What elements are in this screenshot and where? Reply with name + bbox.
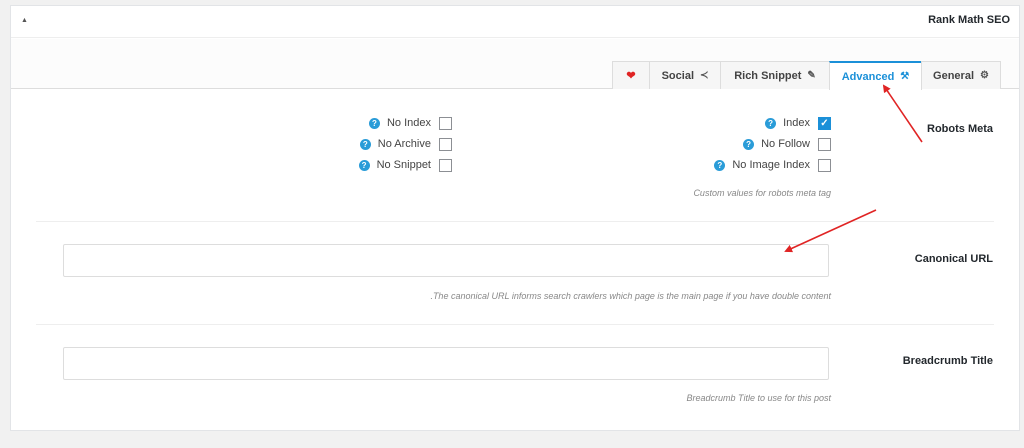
robots-option-no-archive: ? No Archive (359, 137, 452, 151)
option-label: No Index (386, 117, 431, 129)
option-label: Index (783, 117, 810, 129)
canonical-url-description: .The canonical URL informs search crawle… (430, 291, 831, 301)
tab-label: Advanced (841, 70, 895, 83)
divider (36, 324, 994, 325)
heart-icon: ❤ (626, 70, 636, 82)
no-follow-checkbox[interactable] (818, 137, 831, 151)
robots-option-no-follow: ? No Follow (743, 137, 831, 151)
breadcrumb-title-description: Breadcrumb Title to use for this post (686, 393, 831, 403)
tab-social[interactable]: Social ≺ (649, 61, 721, 89)
tab-heart[interactable]: ❤ (612, 61, 650, 89)
index-checkbox[interactable]: ✓ (818, 116, 831, 130)
tab-advanced[interactable]: Advanced ⚒ (829, 61, 922, 90)
canonical-url-label: Canonical URL (914, 253, 993, 265)
robots-meta-label: Robots Meta (927, 123, 993, 135)
help-icon[interactable]: ? (359, 138, 371, 150)
no-image-index-checkbox[interactable] (818, 158, 831, 172)
option-label: No Image Index (732, 159, 810, 171)
divider (36, 221, 994, 222)
breadcrumb-title-input[interactable] (63, 347, 829, 380)
help-icon[interactable]: ? (743, 138, 755, 150)
robots-meta-description: Custom values for robots meta tag (693, 188, 831, 198)
panel-header: ▲ Rank Math SEO (11, 6, 1019, 38)
robots-option-index: ? Index ✓ (765, 116, 831, 130)
option-label: No Follow (761, 138, 810, 150)
tab-general[interactable]: General ⚙ (921, 61, 1001, 89)
pin-icon: ✎ (807, 70, 816, 81)
option-label: No Archive (377, 138, 431, 150)
tab-label: General (933, 69, 974, 82)
triangle-up-icon[interactable]: ▲ (21, 16, 31, 26)
robots-option-no-snippet: ? No Snippet (358, 158, 452, 172)
canonical-url-input[interactable] (63, 244, 829, 277)
help-icon[interactable]: ? (765, 117, 777, 129)
breadcrumb-title-label: Breadcrumb Title (902, 355, 993, 367)
tabs-bar: ❤ Social ≺ Rich Snippet ✎ Advanced ⚒ Gen… (11, 39, 1019, 90)
gear-icon: ⚙ (980, 70, 989, 81)
help-icon[interactable]: ? (358, 159, 370, 171)
tab-label: Rich Snippet (734, 69, 802, 82)
share-icon: ≺ (700, 70, 709, 81)
no-snippet-checkbox[interactable] (439, 158, 452, 172)
help-icon[interactable]: ? (714, 159, 726, 171)
rank-math-panel: ▲ Rank Math SEO ❤ Social ≺ Rich Snippet … (10, 5, 1020, 431)
wrench-icon: ⚒ (900, 71, 910, 82)
no-index-checkbox[interactable] (439, 116, 452, 130)
robots-option-no-image-index: ? No Image Index (714, 158, 831, 172)
tab-label: Social (661, 69, 694, 82)
tab-rich-snippet[interactable]: Rich Snippet ✎ (720, 61, 830, 89)
no-archive-checkbox[interactable] (439, 137, 452, 151)
help-icon[interactable]: ? (368, 117, 380, 129)
option-label: No Snippet (376, 159, 431, 171)
robots-option-no-index: ? No Index (368, 116, 452, 130)
panel-title: Rank Math SEO (928, 14, 1010, 26)
